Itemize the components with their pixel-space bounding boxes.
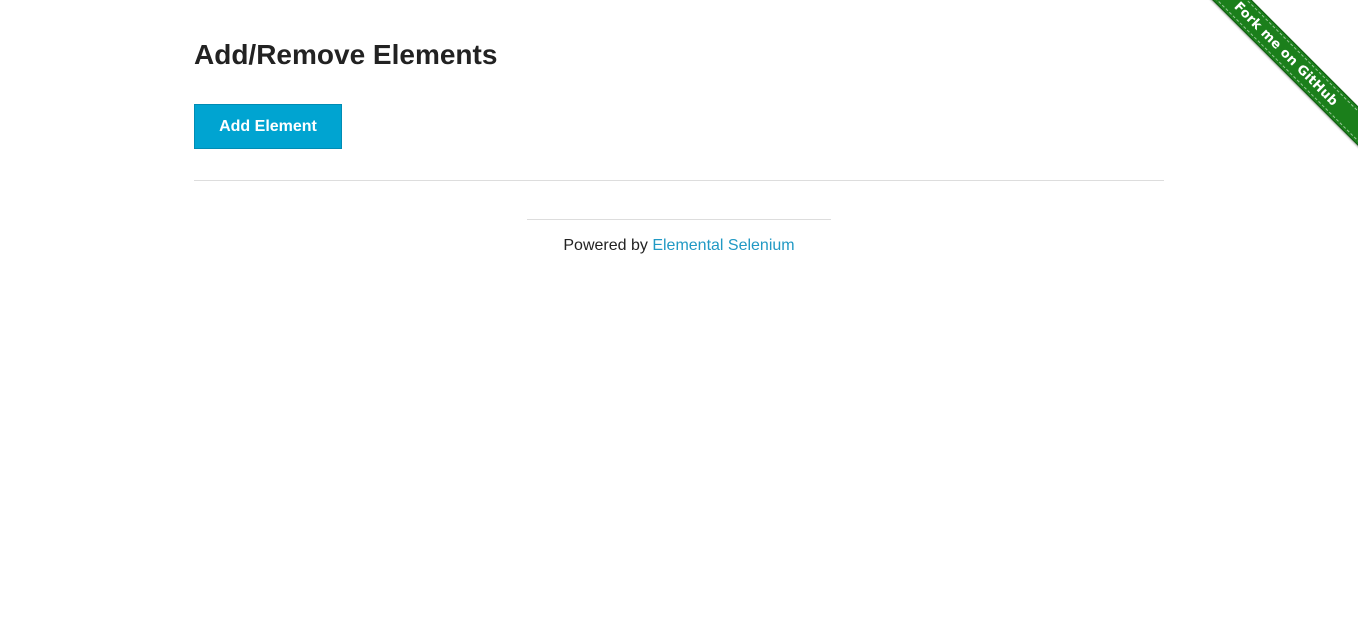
ribbon-label: Fork me on GitHub <box>1230 0 1342 110</box>
github-ribbon-container: Fork me on GitHub <box>1198 0 1358 160</box>
add-element-button[interactable]: Add Element <box>194 104 342 149</box>
footer-prefix: Powered by <box>563 237 653 254</box>
page-footer: Powered by Elemental Selenium <box>527 219 831 255</box>
elemental-selenium-link[interactable]: Elemental Selenium <box>652 237 794 254</box>
fork-me-on-github-ribbon[interactable]: Fork me on GitHub <box>1198 0 1358 149</box>
content-divider <box>194 180 1164 181</box>
elements-area: Add Element <box>194 104 1164 150</box>
page-title: Add/Remove Elements <box>194 39 498 70</box>
main-content: Add/Remove Elements Add Element <box>194 38 1164 181</box>
